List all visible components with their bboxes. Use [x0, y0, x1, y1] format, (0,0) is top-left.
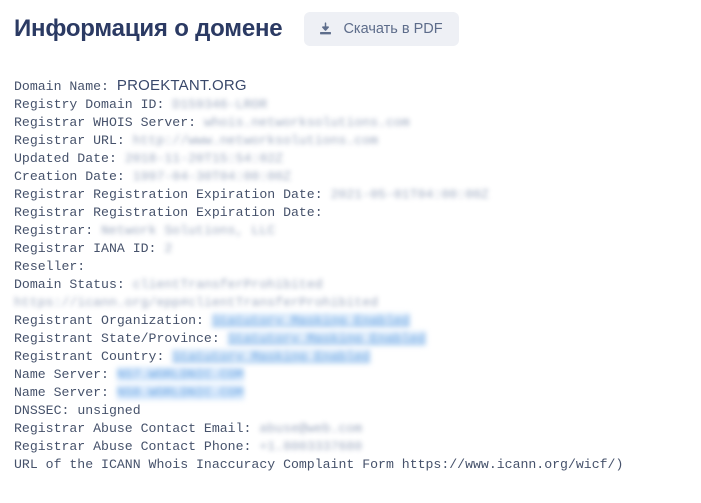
- whois-value-link[interactable]: Statutory Masking Enabled: [211, 313, 410, 328]
- whois-label: Updated Date:: [14, 151, 117, 166]
- whois-value-redacted: http://www.networksolutions.com: [132, 133, 379, 148]
- whois-line: Registry Domain ID: D159346-LROR: [14, 96, 691, 114]
- download-pdf-label: Скачать в PDF: [343, 21, 443, 37]
- whois-value-redacted: 1997-04-30T04:00:00Z: [132, 169, 291, 184]
- whois-line: Name Server: NS8.WORLDNIC.COM: [14, 384, 691, 402]
- whois-line: Reseller:: [14, 258, 691, 276]
- whois-line: Registrant State/Province: Statutory Mas…: [14, 330, 691, 348]
- whois-line: Registrar IANA ID: 2: [14, 240, 691, 258]
- whois-value-redacted: 2: [164, 241, 173, 256]
- whois-line: Registrant Country: Statutory Masking En…: [14, 348, 691, 366]
- whois-label: Registrar Abuse Contact Phone:: [14, 439, 252, 454]
- whois-value-redacted: 2021-05-01T04:00:00Z: [330, 187, 489, 202]
- domain-name-value: PROEKTANT.ORG: [116, 77, 247, 94]
- whois-line: Registrar: Network Solutions, LLC: [14, 222, 691, 240]
- whois-label: Registrar Registration Expiration Date:: [14, 187, 323, 202]
- whois-value-nameserver[interactable]: NS8.WORLDNIC.COM: [116, 385, 244, 400]
- domain-info-page: Информация о домене Скачать в PDF Domain…: [0, 0, 701, 503]
- whois-value-redacted: +1.8003337680: [259, 439, 363, 454]
- whois-line: Registrar Abuse Contact Phone: +1.800333…: [14, 438, 691, 456]
- whois-value: unsigned: [77, 403, 141, 418]
- whois-line: Creation Date: 1997-04-30T04:00:00Z: [14, 168, 691, 186]
- whois-line: Registrar Abuse Contact Email: abuse@web…: [14, 420, 691, 438]
- whois-line: Domain Name: PROEKTANT.ORG: [14, 77, 691, 96]
- whois-label: URL of the ICANN Whois Inaccuracy Compla…: [14, 457, 624, 472]
- whois-line: Registrant Organization: Statutory Maski…: [14, 312, 691, 330]
- whois-line: Registrar Registration Expiration Date: …: [14, 186, 691, 204]
- whois-line: URL of the ICANN Whois Inaccuracy Compla…: [14, 456, 691, 474]
- whois-line: Updated Date: 2018-11-20T15:54:02Z: [14, 150, 691, 168]
- whois-label: Registrar WHOIS Server:: [14, 115, 197, 130]
- page-title: Информация о домене: [14, 15, 283, 42]
- whois-value-nameserver[interactable]: NS7.WORLDNIC.COM: [116, 367, 244, 382]
- whois-label: Domain Name:: [14, 79, 109, 94]
- whois-value-link[interactable]: Statutory Masking Enabled: [227, 331, 426, 346]
- whois-line: Domain Status: clientTransferProhibited …: [14, 276, 691, 312]
- whois-line: Registrar Registration Expiration Date:: [14, 204, 691, 222]
- whois-label: Creation Date:: [14, 169, 125, 184]
- page-header: Информация о домене Скачать в PDF: [0, 0, 701, 46]
- download-icon: [318, 21, 333, 37]
- whois-record-block: Domain Name: PROEKTANT.ORG Registry Domai…: [0, 77, 701, 474]
- whois-line: DNSSEC: unsigned: [14, 402, 691, 420]
- whois-label: Registry Domain ID:: [14, 97, 165, 112]
- whois-value-redacted: D159346-LROR: [172, 97, 268, 112]
- whois-value-link[interactable]: Statutory Masking Enabled: [172, 349, 371, 364]
- download-pdf-button[interactable]: Скачать в PDF: [304, 12, 459, 46]
- whois-label: Registrar IANA ID:: [14, 241, 157, 256]
- whois-label: Name Server:: [14, 385, 109, 400]
- whois-line: Name Server: NS7.WORLDNIC.COM: [14, 366, 691, 384]
- whois-label: Registrar URL:: [14, 133, 125, 148]
- whois-label: Reseller:: [14, 259, 86, 274]
- whois-label: Registrar:: [14, 223, 94, 238]
- whois-label: Registrant Organization:: [14, 313, 204, 328]
- whois-label: DNSSEC:: [14, 403, 70, 418]
- whois-line: Registrar URL: http://www.networksolutio…: [14, 132, 691, 150]
- whois-value-redacted: whois.networksolutions.com: [203, 115, 410, 130]
- whois-label: Registrant Country:: [14, 349, 165, 364]
- whois-label: Registrant State/Province:: [14, 331, 220, 346]
- whois-label: Registrar Abuse Contact Email:: [14, 421, 252, 436]
- whois-label: Domain Status:: [14, 277, 125, 292]
- whois-label: Registrar Registration Expiration Date:: [14, 205, 323, 220]
- whois-value-redacted: 2018-11-20T15:54:02Z: [124, 151, 284, 166]
- whois-value-redacted: Network Solutions, LLC: [101, 223, 276, 238]
- whois-label: Name Server:: [14, 367, 109, 382]
- whois-value-redacted: abuse@web.com: [259, 421, 363, 436]
- whois-line: Registrar WHOIS Server: whois.networksol…: [14, 114, 691, 132]
